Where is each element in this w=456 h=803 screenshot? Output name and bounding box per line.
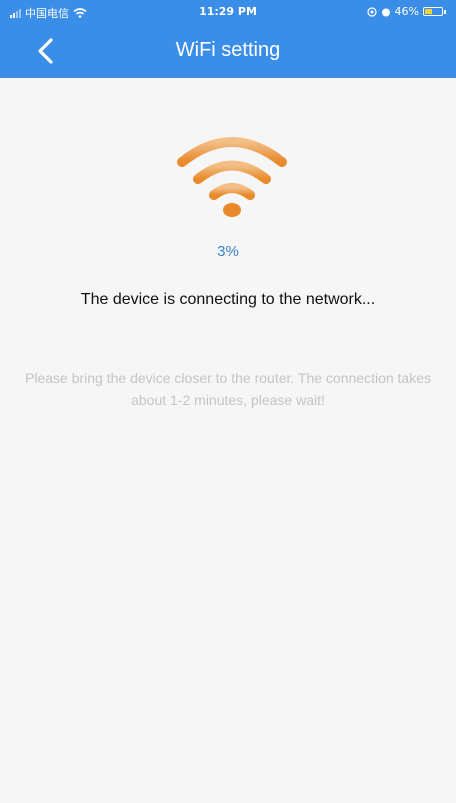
alarm-icon [381,8,390,16]
wifi-arc-inner [209,183,255,200]
hint-text: Please bring the device closer to the ro… [25,370,431,408]
connecting-message: The device is connecting to the network.… [80,291,376,308]
status-right: 46% [366,5,446,18]
page-title: WiFi setting [175,39,281,61]
wifi-icon [177,137,287,217]
wifi-dot [223,203,241,217]
location-icon [366,6,377,17]
status-bar: 中国电信 11:29 PM 46% [0,0,456,24]
battery-percent: 46% [394,5,419,18]
battery-level [425,9,432,14]
progress-percent: 3% [217,243,239,260]
battery-tip [444,9,446,14]
wifi-arc-middle [193,160,271,184]
battery-icon [423,7,443,16]
wifi-arc-outer [177,137,287,167]
top-bar: 中国电信 11:29 PM 46% WiFi setting [0,0,456,78]
nav-bar: WiFi setting [0,24,456,78]
